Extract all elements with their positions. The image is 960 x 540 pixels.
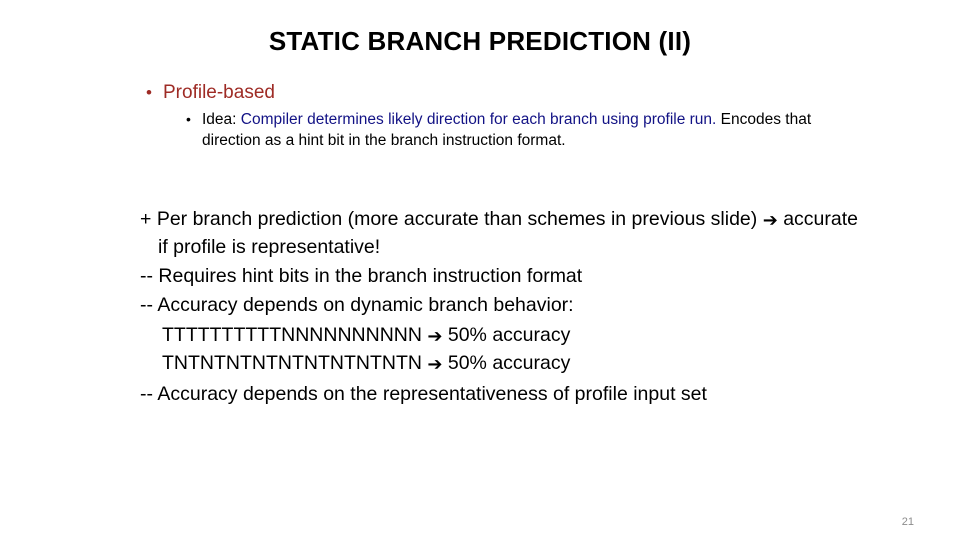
- sequence-row-alternating: TNTNTNTNTNTNTNTNTNTN ➔ 50% accuracy: [140, 350, 860, 378]
- bullet-marker-icon: •: [146, 83, 152, 102]
- bullet-idea: • Idea: Compiler determines likely direc…: [186, 109, 840, 151]
- minus-sign: --: [140, 294, 158, 316]
- point-text: Requires hint bits in the branch instruc…: [158, 265, 583, 287]
- discussion-points: + Per branch prediction (more accurate t…: [140, 206, 860, 407]
- bullet-marker-icon: •: [186, 111, 191, 127]
- accuracy-result: 50% accuracy: [442, 324, 571, 346]
- plus-sign: +: [140, 208, 157, 230]
- branch-pattern: TTTTTTTTTTNNNNNNNNNN: [162, 324, 422, 346]
- sequence-row-all-taken: TTTTTTTTTTNNNNNNNNNN ➔ 50% accuracy: [140, 322, 860, 350]
- bulleted-content: • Profile-based • Idea: Compiler determi…: [140, 80, 840, 151]
- point-per-branch-prediction: + Per branch prediction (more accurate t…: [140, 206, 860, 260]
- page-title: STATIC BRANCH PREDICTION (II): [268, 26, 692, 56]
- minus-sign: --: [140, 265, 159, 287]
- idea-blue-text: Compiler determines likely direction for…: [240, 111, 717, 128]
- idea-lead-text: Idea:: [202, 111, 241, 128]
- point-text: Accuracy depends on the representativene…: [157, 383, 707, 405]
- point-text: Accuracy depends on dynamic branch behav…: [157, 294, 574, 316]
- point-accuracy-dynamic: -- Accuracy depends on dynamic branch be…: [140, 292, 860, 318]
- right-arrow-icon: ➔: [427, 326, 443, 347]
- slide: STATIC BRANCH PREDICTION (II) • Profile-…: [0, 0, 960, 540]
- accuracy-result: 50% accuracy: [442, 352, 571, 374]
- branch-pattern: TNTNTNTNTNTNTNTNTNTN: [162, 352, 422, 374]
- bullet-level1-label: Profile-based: [163, 82, 275, 103]
- right-arrow-icon: ➔: [762, 210, 778, 231]
- point-accuracy-representativeness: -- Accuracy depends on the representativ…: [140, 381, 860, 407]
- minus-sign: --: [140, 383, 158, 405]
- page-number: 21: [901, 516, 914, 528]
- point-text-before-arrow: Per branch prediction (more accurate tha…: [156, 208, 763, 230]
- right-arrow-icon: ➔: [427, 354, 443, 375]
- point-requires-hint-bits: -- Requires hint bits in the branch inst…: [140, 263, 860, 289]
- bullet-profile-based: • Profile-based: [140, 80, 840, 105]
